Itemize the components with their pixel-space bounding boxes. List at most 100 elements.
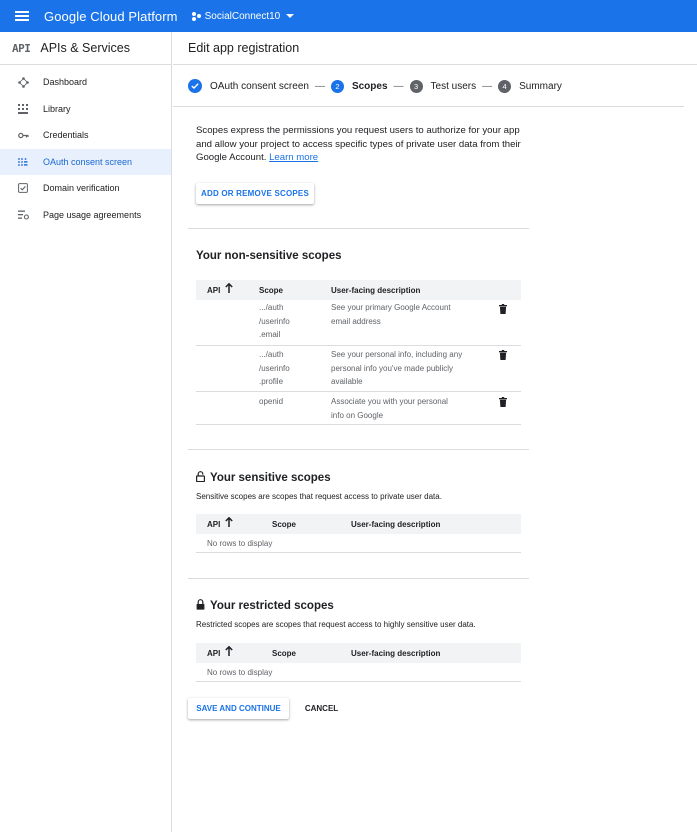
description-line: See your personal info, including any	[331, 350, 463, 359]
lock-open-icon	[196, 471, 206, 485]
check-circle-icon	[188, 79, 202, 93]
sidebar-item-label: Dashboard	[43, 77, 88, 88]
intro-body: Scopes express the permissions you reque…	[196, 125, 521, 163]
top-app-bar: Google Cloud Platform SocialConnect10	[0, 0, 697, 32]
non-sensitive-scopes-table: API Scope User-facing description .../au…	[196, 280, 521, 425]
sidebar: API APIs & Services Dashboard Library Cr…	[0, 32, 172, 832]
project-selector[interactable]: SocialConnect10	[191, 10, 295, 22]
cancel-button[interactable]: CANCEL	[300, 698, 343, 719]
restricted-scopes-description: Restricted scopes are scopes that reques…	[196, 620, 476, 629]
scope-line: /userinfo	[259, 316, 290, 326]
non-sensitive-scopes-title: Your non-sensitive scopes	[196, 250, 342, 262]
description-cell: See your personal info, including any pe…	[331, 348, 462, 389]
description-line: See your primary Google Account	[331, 303, 451, 312]
sidebar-item-credentials[interactable]: Credentials	[0, 122, 171, 149]
description-cell: Associate you with your personal info on…	[331, 395, 448, 422]
project-icon	[191, 11, 201, 21]
column-header-scope: Scope	[272, 519, 297, 529]
table-header: API Scope User-facing description	[196, 643, 521, 663]
step-number-3: 3	[409, 79, 423, 93]
library-icon	[17, 103, 29, 115]
column-header-api[interactable]: API	[207, 649, 220, 658]
project-name: SocialConnect10	[204, 10, 281, 22]
description-line: Associate you with your personal	[331, 397, 448, 406]
menu-icon[interactable]	[15, 11, 29, 21]
empty-table-message: No rows to display	[196, 534, 521, 553]
scope-cell: .../auth /userinfo .email	[259, 301, 290, 342]
scope-cell: .../auth /userinfo .profile	[259, 348, 290, 389]
sidebar-item-oauth-consent-screen[interactable]: OAuth consent screen	[0, 148, 171, 175]
column-header-description: User-facing description	[331, 285, 421, 295]
step-separator: —	[314, 80, 325, 92]
stepper: OAuth consent screen — 2 Scopes — 3 Test…	[188, 78, 562, 94]
table-row: openid Associate you with your personal …	[196, 392, 521, 425]
step-separator: —	[393, 80, 404, 92]
save-and-continue-button[interactable]: SAVE AND CONTINUE	[188, 698, 289, 719]
column-header-api[interactable]: API	[207, 520, 220, 529]
step-number-2: 2	[330, 79, 344, 93]
scopes-intro: Scopes express the permissions you reque…	[196, 124, 526, 165]
settings-list-icon	[17, 209, 29, 221]
sort-arrow-up-icon[interactable]	[225, 516, 233, 530]
delete-icon[interactable]	[499, 350, 507, 360]
sort-arrow-up-icon[interactable]	[225, 645, 233, 659]
delete-icon[interactable]	[499, 397, 507, 407]
brand-title[interactable]: Google Cloud Platform	[44, 9, 178, 24]
scope-line: .../auth	[259, 303, 284, 312]
sidebar-item-label: Domain verification	[43, 183, 120, 194]
restricted-scopes-heading: Your restricted scopes	[196, 599, 334, 613]
description-line: personal info you've made publicly	[331, 363, 454, 373]
column-header-scope: Scope	[272, 648, 297, 658]
scope-line: .email	[259, 330, 281, 339]
caret-down-icon	[286, 14, 295, 18]
learn-more-link[interactable]: Learn more	[269, 152, 318, 163]
domain-check-icon	[17, 182, 29, 194]
table-row: .../auth /userinfo .email See your prima…	[196, 300, 521, 346]
api-logo: API	[12, 41, 31, 55]
step-number-4: 4	[498, 79, 512, 93]
description-line: email address	[331, 316, 381, 326]
empty-table-message: No rows to display	[196, 663, 521, 682]
column-header-description: User-facing description	[351, 519, 441, 529]
sidebar-item-page-usage-agreements[interactable]: Page usage agreements	[0, 202, 171, 229]
restricted-scopes-title: Your restricted scopes	[210, 600, 334, 612]
scope-line: /userinfo	[259, 363, 290, 373]
column-header-api[interactable]: API	[207, 286, 220, 295]
column-header-description: User-facing description	[351, 648, 441, 658]
scope-cell: openid	[259, 397, 284, 406]
description-line: available	[331, 377, 363, 386]
page-title: Edit app registration	[188, 41, 300, 55]
step-test-users[interactable]: Test users	[431, 81, 477, 92]
stepper-divider	[173, 106, 684, 107]
scope-line: .profile	[259, 377, 284, 386]
sort-arrow-up-icon[interactable]	[225, 282, 233, 296]
table-header: API Scope User-facing description	[196, 280, 521, 300]
intro-text: Scopes express the permissions you reque…	[196, 124, 526, 165]
delete-icon[interactable]	[499, 304, 507, 314]
lock-icon	[196, 599, 205, 613]
dashboard-icon	[17, 76, 29, 88]
step-summary[interactable]: Summary	[519, 81, 562, 92]
sidebar-item-label: Page usage agreements	[43, 209, 142, 220]
page-header: Edit app registration	[173, 32, 697, 65]
sidebar-header: API APIs & Services	[0, 32, 171, 65]
sensitive-scopes-title: Your sensitive scopes	[210, 472, 331, 484]
restricted-scopes-table: API Scope User-facing description No row…	[196, 643, 521, 682]
add-or-remove-scopes-button[interactable]: ADD OR REMOVE SCOPES	[196, 183, 314, 204]
sidebar-item-label: Library	[43, 103, 71, 114]
sidebar-item-dashboard[interactable]: Dashboard	[0, 69, 171, 96]
step-oauth-consent-screen[interactable]: OAuth consent screen	[210, 81, 309, 92]
sidebar-item-label: OAuth consent screen	[43, 156, 133, 167]
sidebar-nav: Dashboard Library Credentials OAuth cons…	[0, 69, 171, 228]
sensitive-scopes-description: Sensitive scopes are scopes that request…	[196, 492, 442, 501]
description-line: info on Google	[331, 410, 384, 420]
sidebar-item-domain-verification[interactable]: Domain verification	[0, 175, 171, 202]
step-scopes[interactable]: Scopes	[352, 81, 388, 92]
table-header: API Scope User-facing description	[196, 514, 521, 534]
description-cell: See your primary Google Account email ad…	[331, 301, 451, 328]
section-divider	[188, 228, 529, 229]
scope-line: .../auth	[259, 350, 284, 359]
table-row: .../auth /userinfo .profile See your per…	[196, 346, 521, 392]
section-divider	[188, 578, 529, 579]
sidebar-item-library[interactable]: Library	[0, 96, 171, 123]
